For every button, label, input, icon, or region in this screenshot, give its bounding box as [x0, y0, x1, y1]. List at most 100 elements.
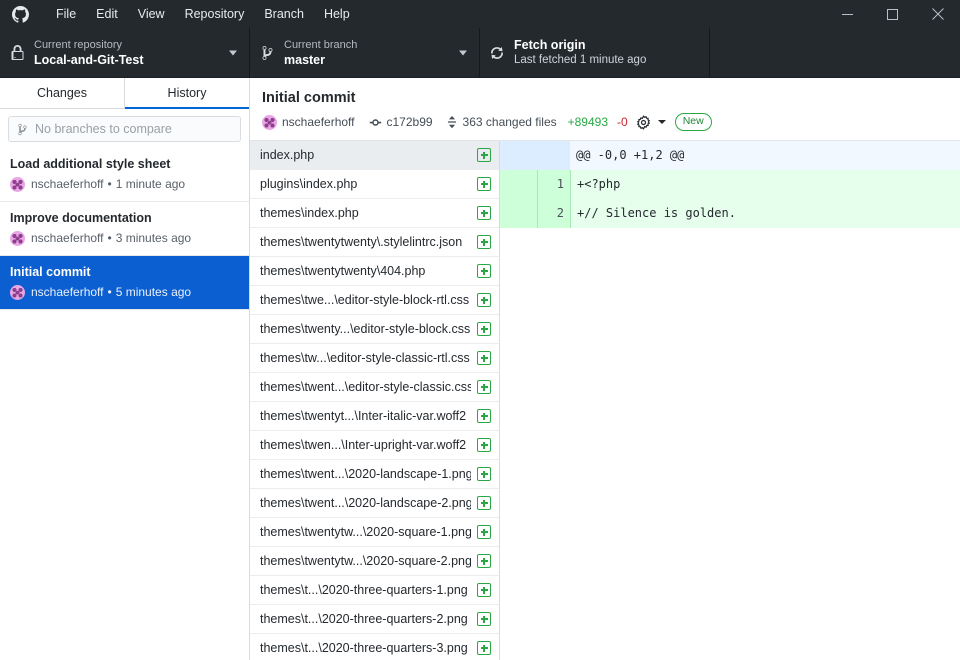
- diff-empty-space: [500, 228, 960, 628]
- file-status-added-icon: [477, 351, 491, 365]
- repository-label: Current repository: [34, 38, 144, 52]
- list-item[interactable]: Load additional style sheet nschaeferhof…: [0, 148, 249, 202]
- repository-name: Local-and-Git-Test: [34, 52, 144, 68]
- commit-sha[interactable]: c172b99: [387, 114, 433, 131]
- file-path: themes\twen...\Inter-upright-var.woff2: [260, 438, 471, 452]
- diff-gutter-old: [500, 141, 537, 170]
- file-status-added-icon: [477, 525, 491, 539]
- commit-author: nschaeferhoff: [31, 176, 104, 192]
- title-bar: File Edit View Repository Branch Help: [0, 0, 960, 28]
- table-row[interactable]: index.php: [250, 141, 499, 170]
- menu-branch[interactable]: Branch: [254, 0, 314, 28]
- table-row[interactable]: themes\t...\2020-three-quarters-3.png: [250, 634, 499, 660]
- tab-history[interactable]: History: [125, 78, 249, 108]
- file-path: themes\t...\2020-three-quarters-2.png: [260, 612, 471, 626]
- file-status-added-icon: [477, 409, 491, 423]
- branch-icon: [250, 45, 284, 61]
- fetch-origin-status: Last fetched 1 minute ago: [514, 53, 646, 68]
- branch-compare-input[interactable]: No branches to compare: [8, 116, 241, 142]
- table-row[interactable]: themes\twentyt...\Inter-italic-var.woff2: [250, 402, 499, 431]
- menu-help[interactable]: Help: [314, 0, 360, 28]
- file-path: themes\twent...\2020-landscape-2.png: [260, 496, 471, 510]
- branch-compare-wrap: No branches to compare: [0, 109, 249, 148]
- file-path: themes\twentyt...\Inter-italic-var.woff2: [260, 409, 471, 423]
- table-row[interactable]: themes\twent...\2020-landscape-2.png: [250, 489, 499, 518]
- table-row[interactable]: themes\twentytw...\2020-square-1.png: [250, 518, 499, 547]
- diff-gutter-new: 2: [537, 199, 570, 228]
- avatar: [262, 115, 277, 130]
- lock-icon: [0, 45, 34, 61]
- file-path: themes\twentytw...\2020-square-2.png: [260, 554, 471, 568]
- table-row[interactable]: themes\tw...\editor-style-classic-rtl.cs…: [250, 344, 499, 373]
- table-row[interactable]: themes\twent...\2020-landscape-1.png: [250, 460, 499, 489]
- diff-gutter-new: [537, 141, 570, 170]
- table-row[interactable]: plugins\index.php: [250, 170, 499, 199]
- table-row[interactable]: themes\twent...\editor-style-classic.css: [250, 373, 499, 402]
- menu-file[interactable]: File: [46, 0, 86, 28]
- deletions-count: -0: [617, 114, 628, 131]
- list-item[interactable]: Initial commit nschaeferhoff • 5 minutes…: [0, 256, 249, 310]
- changed-files-list[interactable]: index.php plugins\index.php themes\index…: [250, 141, 500, 660]
- minimize-icon[interactable]: [825, 0, 870, 28]
- commit-time: 3 minutes ago: [116, 230, 191, 246]
- file-status-added-icon: [477, 264, 491, 278]
- avatar: [10, 177, 25, 192]
- file-status-added-icon: [477, 177, 491, 191]
- table-row[interactable]: themes\twe...\editor-style-block-rtl.css: [250, 286, 499, 315]
- file-status-added-icon: [477, 235, 491, 249]
- file-status-added-icon: [477, 467, 491, 481]
- file-path: themes\tw...\editor-style-classic-rtl.cs…: [260, 351, 471, 365]
- file-and-diff-panes: index.php plugins\index.php themes\index…: [250, 141, 960, 660]
- table-row[interactable]: themes\t...\2020-three-quarters-1.png: [250, 576, 499, 605]
- page-title: Initial commit: [262, 88, 948, 108]
- diff-line-text: +// Silence is golden.: [570, 199, 960, 228]
- table-row[interactable]: themes\twentytwenty\404.php: [250, 257, 499, 286]
- branch-compare-icon: [17, 123, 28, 136]
- diff-viewer[interactable]: @@ -0,0 +1,2 @@ 1 +<?php 2 +// Silence i…: [500, 141, 960, 660]
- chevron-down-icon: [459, 50, 467, 55]
- menu-bar: File Edit View Repository Branch Help: [46, 0, 360, 28]
- diff-gutter-old: [500, 170, 537, 199]
- github-octocat-icon: [6, 0, 34, 28]
- table-row[interactable]: themes\twentytwenty\.stylelintrc.json: [250, 228, 499, 257]
- file-path: themes\twentytw...\2020-square-1.png: [260, 525, 471, 539]
- table-row[interactable]: themes\twentytw...\2020-square-2.png: [250, 547, 499, 576]
- file-path: themes\twentytwenty\.stylelintrc.json: [260, 235, 471, 249]
- current-repository-button[interactable]: Current repository Local-and-Git-Test: [0, 28, 250, 77]
- commit-history-list[interactable]: Load additional style sheet nschaeferhof…: [0, 148, 249, 660]
- menu-view[interactable]: View: [128, 0, 175, 28]
- table-row[interactable]: themes\index.php: [250, 199, 499, 228]
- menu-repository[interactable]: Repository: [175, 0, 255, 28]
- file-path: themes\twentytwenty\404.php: [260, 264, 471, 278]
- table-row[interactable]: themes\twenty...\editor-style-block.css: [250, 315, 499, 344]
- changed-files-count: 363 changed files: [463, 114, 557, 131]
- commit-node-icon: [368, 116, 383, 129]
- sidebar-tabs: Changes History: [0, 78, 249, 109]
- menu-edit[interactable]: Edit: [86, 0, 128, 28]
- commit-title: Load additional style sheet: [10, 156, 239, 173]
- tab-changes[interactable]: Changes: [0, 78, 125, 108]
- branch-label: Current branch: [284, 38, 357, 52]
- gear-icon[interactable]: [636, 115, 651, 130]
- close-icon[interactable]: [915, 0, 960, 28]
- table-row[interactable]: themes\t...\2020-three-quarters-2.png: [250, 605, 499, 634]
- file-path: themes\t...\2020-three-quarters-1.png: [260, 583, 471, 597]
- file-path: themes\index.php: [260, 206, 471, 220]
- maximize-icon[interactable]: [870, 0, 915, 28]
- avatar: [10, 285, 25, 300]
- file-status-added-icon: [477, 641, 491, 655]
- table-row[interactable]: themes\twen...\Inter-upright-var.woff2: [250, 431, 499, 460]
- current-branch-button[interactable]: Current branch master: [250, 28, 480, 77]
- file-path: themes\twenty...\editor-style-block.css: [260, 322, 471, 336]
- file-status-added-icon: [477, 293, 491, 307]
- diff-line-added[interactable]: 1 +<?php: [500, 170, 960, 199]
- file-status-added-icon: [477, 612, 491, 626]
- fetch-origin-button[interactable]: Fetch origin Last fetched 1 minute ago: [480, 28, 710, 77]
- commit-meta: nschaeferhoff • 5 minutes ago: [10, 284, 239, 300]
- list-item[interactable]: Improve documentation nschaeferhoff • 3 …: [0, 202, 249, 256]
- diff-line-added[interactable]: 2 +// Silence is golden.: [500, 199, 960, 228]
- sidebar: Changes History No branches to compare L…: [0, 78, 250, 660]
- chevron-down-icon[interactable]: [658, 120, 666, 124]
- main-content: Changes History No branches to compare L…: [0, 78, 960, 660]
- file-path: themes\twe...\editor-style-block-rtl.css: [260, 293, 471, 307]
